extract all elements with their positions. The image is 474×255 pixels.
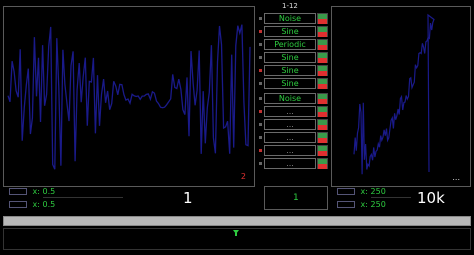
- right-spectrum-svg: [353, 13, 435, 175]
- channel-row: ...: [259, 158, 328, 170]
- channel-row: Sine: [259, 65, 328, 77]
- left-plot-corner-label: 2: [240, 172, 246, 181]
- channel-row: Sine: [259, 26, 328, 38]
- channel-indicator-icon: [259, 17, 262, 20]
- channel-row: ...: [259, 119, 328, 131]
- right-controls: x: 250 x: 250 10k: [331, 186, 471, 212]
- right-x-control-bottom[interactable]: x: 250: [337, 200, 386, 209]
- right-plot-corner-label: ...: [452, 173, 460, 182]
- channel-indicator-icon: [259, 69, 262, 72]
- channel-toggle-switch[interactable]: [317, 78, 328, 89]
- left-control-divider: [43, 197, 123, 198]
- channel-source-button[interactable]: ...: [264, 145, 316, 156]
- channel-toggle-switch[interactable]: [317, 52, 328, 63]
- horizontal-scrollbar[interactable]: [3, 216, 471, 226]
- channel-indicator-icon: [259, 110, 262, 113]
- right-control-divider: [371, 197, 411, 198]
- left-x-control-bottom[interactable]: x: 0.5: [9, 200, 55, 209]
- slider-icon: [337, 188, 355, 195]
- channel-indicator-icon: [259, 149, 262, 152]
- channel-source-button[interactable]: ...: [264, 119, 316, 130]
- channel-indicator-icon: [259, 162, 262, 165]
- channel-source-button[interactable]: Sine: [264, 78, 316, 89]
- channel-source-button[interactable]: Sine: [264, 65, 316, 76]
- channel-indicator-icon: [259, 136, 262, 139]
- channel-source-button[interactable]: ...: [264, 132, 316, 143]
- channel-toggle-switch[interactable]: [317, 93, 328, 104]
- waveform-trace: [7, 24, 251, 170]
- channel-toggle-switch[interactable]: [317, 65, 328, 76]
- channel-row: Sine: [259, 78, 328, 90]
- channel-source-button[interactable]: Sine: [264, 52, 316, 63]
- channel-source-button[interactable]: Noise: [264, 13, 316, 24]
- spectrum-trace: [353, 13, 435, 175]
- left-x-control-top[interactable]: x: 0.5: [9, 187, 55, 196]
- channel-source-button[interactable]: ...: [264, 106, 316, 117]
- channel-row: ...: [259, 145, 328, 157]
- channel-toggle-switch[interactable]: [317, 106, 328, 117]
- channel-source-button[interactable]: Periodic: [264, 39, 316, 50]
- left-controls: x: 0.5 x: 0.5 1: [3, 186, 259, 212]
- channel-indicator-icon: [259, 82, 262, 85]
- channel-toggle-switch[interactable]: [317, 26, 328, 37]
- slider-icon: [337, 201, 355, 208]
- channel-indicator-icon: [259, 43, 262, 46]
- slider-icon: [9, 201, 27, 208]
- center-value-box: 1: [264, 186, 328, 210]
- channel-range-label: 1-12: [282, 2, 298, 10]
- channel-indicator-icon: [259, 97, 262, 100]
- channel-indicator-icon: [259, 123, 262, 126]
- marker-stem: [235, 233, 237, 236]
- channel-strip: 1-12 Noise Sine Periodic Sine Sine Sine Noise.…: [259, 2, 328, 187]
- channel-indicator-icon: [259, 56, 262, 59]
- channel-row: Noise: [259, 93, 328, 105]
- center-value-display: 1: [293, 193, 299, 203]
- channel-toggle-switch[interactable]: [317, 39, 328, 50]
- timeline-strip[interactable]: [3, 228, 471, 250]
- channel-source-button[interactable]: Noise: [264, 93, 316, 104]
- channel-indicator-icon: [259, 30, 262, 33]
- slider-icon: [9, 188, 27, 195]
- channel-toggle-switch[interactable]: [317, 13, 328, 24]
- channel-toggle-switch[interactable]: [317, 158, 328, 169]
- channel-toggle-switch[interactable]: [317, 145, 328, 156]
- left-waveform-svg: [7, 24, 251, 170]
- channel-source-button[interactable]: Sine: [264, 26, 316, 37]
- channel-row: ...: [259, 106, 328, 118]
- left-waveform-plot[interactable]: 2: [3, 6, 255, 187]
- right-spectrum-plot[interactable]: ...: [331, 6, 471, 187]
- channel-row: Sine: [259, 52, 328, 64]
- channel-row: Noise: [259, 13, 328, 25]
- channel-source-button[interactable]: ...: [264, 158, 316, 169]
- channel-toggle-switch[interactable]: [317, 119, 328, 130]
- right-value-display: 10k: [417, 189, 445, 207]
- channel-row: ...: [259, 132, 328, 144]
- left-value-display: 1: [183, 189, 193, 207]
- right-x-control-top[interactable]: x: 250: [337, 187, 386, 196]
- channel-row: Periodic: [259, 39, 328, 51]
- channel-toggle-switch[interactable]: [317, 132, 328, 143]
